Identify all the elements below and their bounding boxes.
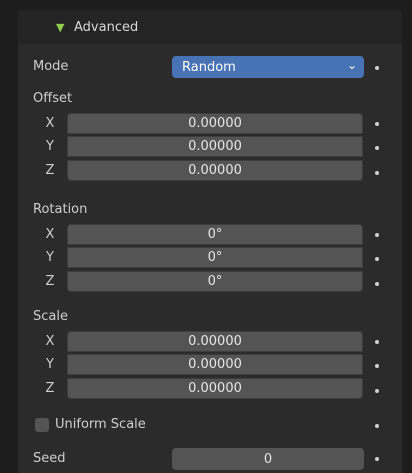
- rotation-y-field[interactable]: 0°: [67, 247, 363, 268]
- keyframe-dot-scale-y[interactable]: [375, 364, 379, 368]
- keyframe-dot-offset-z[interactable]: [375, 171, 379, 175]
- keyframe-dot-offset-x[interactable]: [375, 122, 379, 126]
- scale-label: Scale: [33, 309, 68, 324]
- scale-y-field[interactable]: 0.00000: [67, 354, 363, 375]
- keyframe-dot-scale-x[interactable]: [375, 340, 379, 344]
- offset-y-label: Y: [46, 139, 54, 154]
- rotation-x-label: X: [45, 227, 55, 242]
- seed-field[interactable]: 0: [172, 448, 364, 470]
- chevron-down-icon: ⌄: [346, 58, 357, 72]
- keyframe-dot-uniform-scale[interactable]: [375, 424, 379, 428]
- rotation-z-field[interactable]: 0°: [67, 271, 363, 292]
- rotation-label: Rotation: [33, 202, 88, 217]
- rotation-y-label: Y: [46, 250, 54, 265]
- scale-x-label: X: [45, 334, 55, 349]
- scale-z-label: Z: [45, 381, 55, 396]
- rotation-x-field[interactable]: 0°: [67, 224, 363, 245]
- panel-title: Advanced: [74, 19, 139, 35]
- offset-z-label: Z: [45, 163, 55, 178]
- keyframe-dot-rotation-z[interactable]: [375, 282, 379, 286]
- mode-dropdown[interactable]: Random ⌄: [172, 56, 364, 78]
- rotation-z-label: Z: [45, 274, 55, 289]
- keyframe-dot-scale-z[interactable]: [375, 389, 379, 393]
- scale-x-field[interactable]: 0.00000: [67, 331, 363, 352]
- keyframe-dot-offset-y[interactable]: [375, 146, 379, 150]
- offset-x-label: X: [45, 116, 55, 131]
- triangle-down-icon[interactable]: ▼: [56, 21, 68, 34]
- mode-value: Random: [182, 59, 236, 75]
- mode-label: Mode: [33, 59, 69, 74]
- scale-y-label: Y: [46, 357, 54, 372]
- offset-z-field[interactable]: 0.00000: [67, 160, 363, 181]
- offset-x-field[interactable]: 0.00000: [67, 113, 363, 134]
- keyframe-dot-rotation-y[interactable]: [375, 257, 379, 261]
- offset-label: Offset: [33, 91, 73, 106]
- keyframe-dot-seed[interactable]: [375, 457, 379, 461]
- uniform-scale-label[interactable]: Uniform Scale: [55, 417, 146, 432]
- scale-z-field[interactable]: 0.00000: [67, 378, 363, 399]
- offset-y-field[interactable]: 0.00000: [67, 136, 363, 157]
- seed-label: Seed: [33, 451, 66, 466]
- panel-header[interactable]: ▼ Advanced: [18, 10, 402, 44]
- keyframe-dot-mode[interactable]: [375, 66, 379, 70]
- keyframe-dot-rotation-x[interactable]: [375, 233, 379, 237]
- uniform-scale-checkbox[interactable]: [35, 418, 49, 432]
